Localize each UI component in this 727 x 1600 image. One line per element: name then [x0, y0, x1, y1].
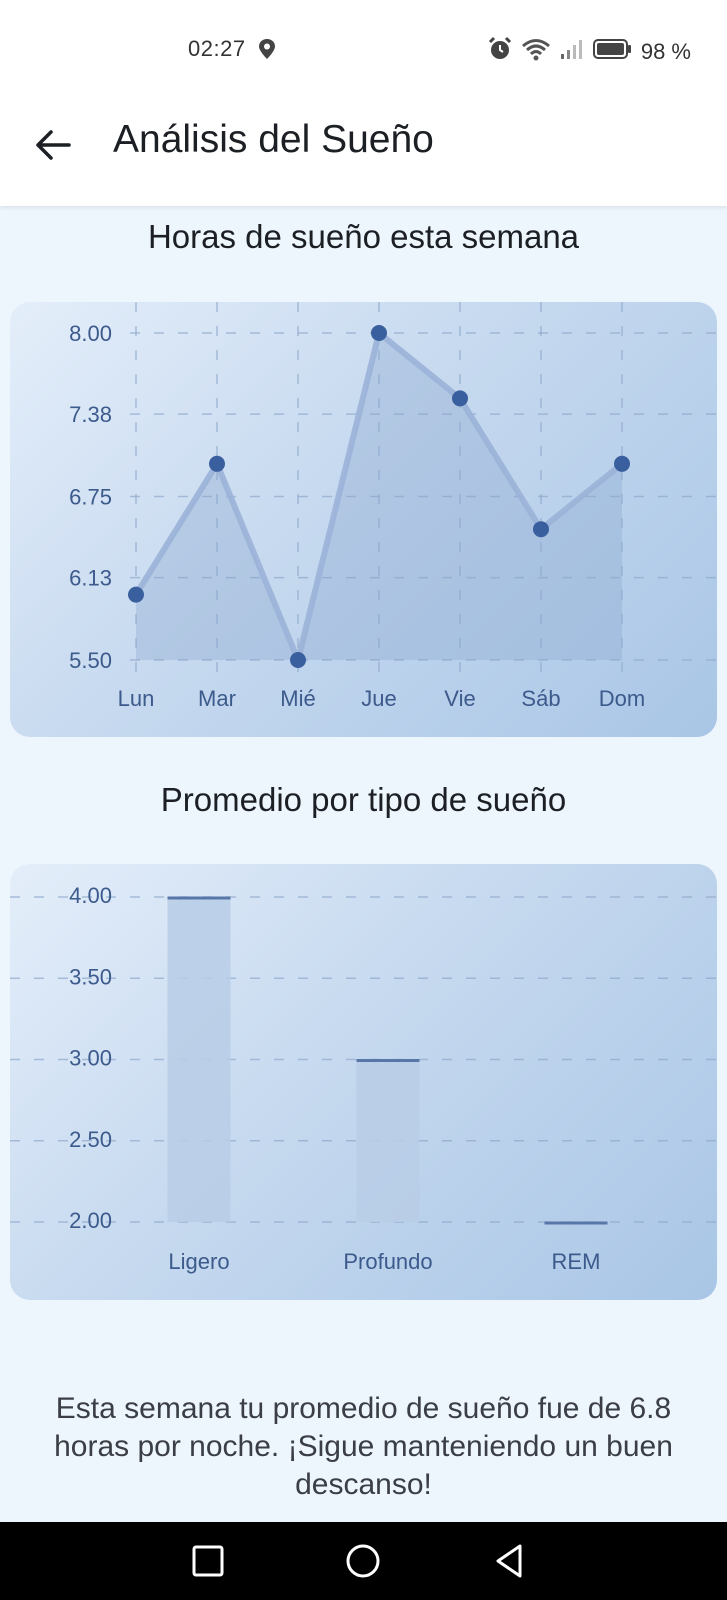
status-icons: 98 % — [487, 36, 691, 67]
x-tick-label: Vie — [444, 686, 475, 711]
x-tick-label: Jue — [361, 686, 396, 711]
status-bar: 02:27 98 % — [0, 0, 727, 100]
y-tick-label: 2.50 — [69, 1127, 112, 1152]
location-icon — [258, 38, 276, 65]
type-bar-chart: 4.00 3.50 3.00 2.50 2.00 Ligero Profundo REM — [10, 864, 717, 1300]
battery-icon — [592, 38, 633, 65]
y-tick-label: 7.38 — [69, 402, 112, 427]
arrow-left-icon — [36, 130, 71, 160]
y-tick-label: 4.00 — [69, 883, 112, 908]
data-point — [209, 455, 225, 472]
y-tick-label: 8.00 — [69, 321, 112, 346]
type-chart-title: Promedio por tipo de sueño — [160, 781, 567, 818]
recents-button[interactable] — [186, 1539, 230, 1583]
x-tick-label: Ligero — [168, 1249, 229, 1274]
navigation-bar — [0, 1522, 727, 1600]
alarm-icon — [487, 36, 513, 67]
bar-chart-svg: 4.00 3.50 3.00 2.50 2.00 Ligero Profundo REM — [10, 883, 717, 1274]
bar — [167, 897, 231, 1222]
data-point — [371, 325, 387, 341]
y-tick-label: 3.50 — [69, 964, 112, 989]
y-tick-label: 2.00 — [69, 1208, 112, 1233]
data-point — [614, 455, 630, 472]
back-nav-button[interactable] — [488, 1539, 532, 1583]
x-tick-label: Profundo — [343, 1249, 432, 1274]
summary-text: Esta semana tu promedio de sueño fue de … — [54, 1392, 673, 1501]
page-title: Análisis del Sueño — [113, 118, 434, 161]
line-area — [136, 333, 622, 660]
wifi-icon — [521, 37, 551, 66]
square-icon — [192, 1545, 224, 1577]
data-point — [128, 586, 144, 603]
bar — [356, 1059, 420, 1222]
line-chart-svg: 8.00 7.38 6.75 6.13 5.50Lun Mar Mié Jue Vie Sáb Do… — [69, 302, 717, 711]
data-point — [533, 521, 549, 538]
x-tick-label: Lun — [118, 686, 155, 711]
back-button[interactable] — [28, 120, 78, 170]
x-tick-label: Mié — [280, 686, 315, 711]
data-point — [290, 652, 306, 668]
y-tick-label: 6.75 — [69, 485, 112, 510]
y-tick-label: 6.13 — [69, 566, 112, 591]
status-time: 02:27 — [188, 36, 246, 61]
x-tick-label: Sáb — [521, 686, 560, 711]
triangle-back-icon — [496, 1544, 522, 1578]
data-point — [452, 390, 468, 407]
weekly-chart-title: Horas de sueño esta semana — [147, 218, 580, 255]
x-tick-label: Dom — [599, 686, 645, 711]
x-tick-label: Mar — [198, 686, 236, 711]
signal-icon — [559, 38, 585, 65]
home-button[interactable] — [341, 1539, 385, 1583]
app-bar: Análisis del Sueño — [0, 100, 727, 206]
y-tick-label: 3.00 — [69, 1046, 112, 1071]
x-tick-label: REM — [552, 1249, 601, 1274]
y-tick-label: 5.50 — [69, 648, 112, 673]
weekly-line-chart: 8.00 7.38 6.75 6.13 5.50 Lun Mar Mié Jue Vie Sáb Do… — [10, 302, 717, 737]
circle-icon — [346, 1544, 380, 1578]
battery-level: 98 % — [640, 38, 691, 64]
